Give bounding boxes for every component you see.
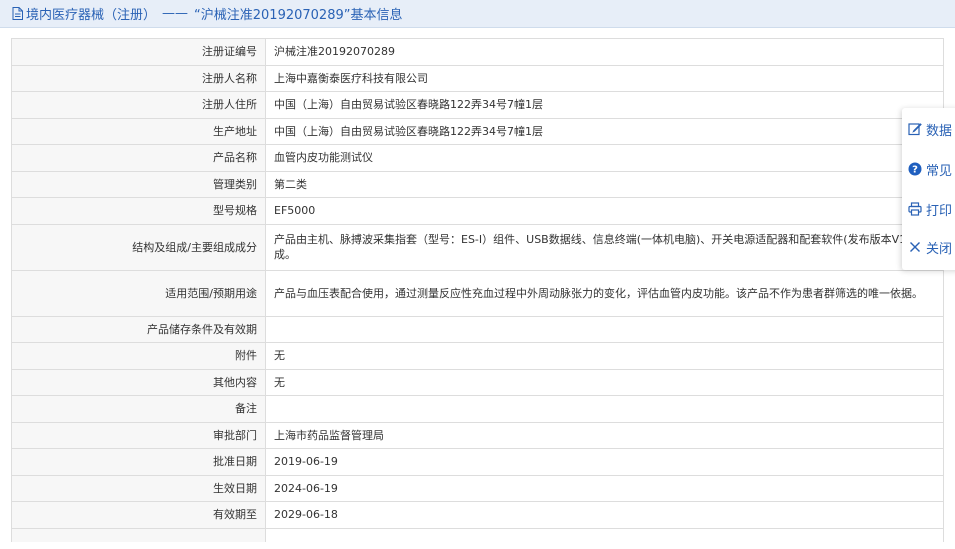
row-value: 中国（上海）自由贸易试验区春晓路122弄34号7幢1层 bbox=[265, 91, 944, 119]
row-value: EF5000 bbox=[265, 197, 944, 225]
table-row: 有效期至 2029-06-18 bbox=[11, 501, 944, 529]
registration-info-table: 注册证编号 沪械注准20192070289 注册人名称 上海中嘉衡泰医疗科技有限… bbox=[11, 38, 944, 542]
row-label: 型号规格 bbox=[11, 197, 266, 225]
floating-action-menu: 数据 ? 常见 打印 关闭 bbox=[902, 108, 955, 270]
row-value: 2024-06-19 bbox=[265, 474, 944, 502]
row-value bbox=[265, 395, 944, 423]
row-label: 审批部门 bbox=[11, 421, 266, 449]
row-value: 中国（上海）自由贸易试验区春晓路122弄34号7幢1层 bbox=[265, 117, 944, 145]
svg-text:?: ? bbox=[912, 165, 918, 176]
edit-icon bbox=[908, 123, 922, 136]
float-item-label: 常见 bbox=[926, 163, 953, 179]
table-row: 生产地址 中国（上海）自由贸易试验区春晓路122弄34号7幢1层 bbox=[11, 117, 944, 145]
table-row: 注册人住所 中国（上海）自由贸易试验区春晓路122弄34号7幢1层 bbox=[11, 91, 944, 119]
row-label-empty bbox=[11, 527, 266, 542]
print-button[interactable]: 打印 bbox=[908, 200, 953, 219]
table-row: 批准日期 2019-06-19 bbox=[11, 448, 944, 476]
row-label: 产品储存条件及有效期 bbox=[11, 315, 266, 343]
row-value: 上海市药品监督管理局 bbox=[265, 421, 944, 449]
page-title: “沪械注准20192070289”基本信息 bbox=[194, 8, 403, 23]
faq-button[interactable]: ? 常见 bbox=[908, 160, 953, 179]
title-separator: —— bbox=[162, 6, 189, 21]
table-row: 其他内容 无 bbox=[11, 368, 944, 396]
category-label: 境内医疗器械（注册） bbox=[26, 8, 157, 23]
row-value: 上海中嘉衡泰医疗科技有限公司 bbox=[265, 64, 944, 92]
row-label: 管理类别 bbox=[11, 170, 266, 198]
close-button[interactable]: 关闭 bbox=[908, 238, 953, 257]
row-label: 备注 bbox=[11, 395, 266, 423]
table-row: 产品储存条件及有效期 bbox=[11, 315, 944, 343]
row-value: 无 bbox=[265, 368, 944, 396]
float-item-label: 数据 bbox=[926, 123, 953, 139]
table-row-partial bbox=[11, 527, 944, 542]
table-row: 备注 bbox=[11, 395, 944, 423]
float-item-label: 关闭 bbox=[926, 241, 953, 257]
row-value: 沪械注准20192070289 bbox=[265, 38, 944, 66]
row-value: 2029-06-18 bbox=[265, 501, 944, 529]
row-value bbox=[265, 315, 944, 343]
table-row: 注册人名称 上海中嘉衡泰医疗科技有限公司 bbox=[11, 64, 944, 92]
table-row: 结构及组成/主要组成成分 产品由主机、脉搏波采集指套（型号：ES-I）组件、US… bbox=[11, 223, 944, 271]
row-label: 注册证编号 bbox=[11, 38, 266, 66]
row-label: 其他内容 bbox=[11, 368, 266, 396]
close-icon bbox=[910, 242, 920, 252]
row-label: 注册人名称 bbox=[11, 64, 266, 92]
row-value: 无 bbox=[265, 342, 944, 370]
row-label: 结构及组成/主要组成成分 bbox=[11, 223, 266, 271]
row-label: 批准日期 bbox=[11, 448, 266, 476]
row-label: 产品名称 bbox=[11, 144, 266, 172]
row-label: 有效期至 bbox=[11, 501, 266, 529]
table-row: 管理类别 第二类 bbox=[11, 170, 944, 198]
question-icon: ? bbox=[908, 162, 922, 176]
table-row: 适用范围/预期用途 产品与血压表配合使用，通过测量反应性充血过程中外周动脉张力的… bbox=[11, 269, 944, 317]
row-value: 产品由主机、脉搏波采集指套（型号：ES-I）组件、USB数据线、信息终端(一体机… bbox=[265, 223, 944, 271]
printer-icon bbox=[908, 202, 922, 216]
row-label: 生产地址 bbox=[11, 117, 266, 145]
row-value: 产品与血压表配合使用，通过测量反应性充血过程中外周动脉张力的变化，评估血管内皮功… bbox=[265, 269, 944, 317]
row-label: 适用范围/预期用途 bbox=[11, 269, 266, 317]
table-row: 审批部门 上海市药品监督管理局 bbox=[11, 421, 944, 449]
row-value: 第二类 bbox=[265, 170, 944, 198]
float-item-label: 打印 bbox=[926, 203, 953, 219]
row-label: 附件 bbox=[11, 342, 266, 370]
row-value: 血管内皮功能测试仪 bbox=[265, 144, 944, 172]
row-label: 注册人住所 bbox=[11, 91, 266, 119]
table-row: 产品名称 血管内皮功能测试仪 bbox=[11, 144, 944, 172]
table-row: 生效日期 2024-06-19 bbox=[11, 474, 944, 502]
table-row: 附件 无 bbox=[11, 342, 944, 370]
row-label: 生效日期 bbox=[11, 474, 266, 502]
table-row: 注册证编号 沪械注准20192070289 bbox=[11, 38, 944, 66]
data-error-button[interactable]: 数据 bbox=[908, 120, 953, 139]
row-value: 2019-06-19 bbox=[265, 448, 944, 476]
page-title-bar: 境内医疗器械（注册） —— “沪械注准20192070289”基本信息 bbox=[0, 0, 955, 28]
row-value-empty bbox=[265, 527, 944, 542]
table-row: 型号规格 EF5000 bbox=[11, 197, 944, 225]
document-icon bbox=[12, 7, 23, 20]
